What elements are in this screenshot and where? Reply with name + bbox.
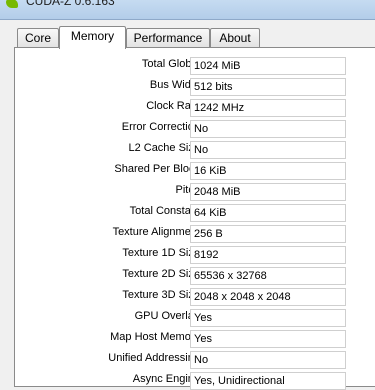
info-row-pitch: Pitch 2048 MiB — [15, 183, 375, 201]
row-value-field[interactable]: 1242 MHz — [190, 99, 346, 117]
tab-strip: Core Memory Performance About — [0, 20, 375, 49]
row-label: Texture 1D Size — [122, 247, 200, 259]
row-label: Texture 3D Size — [122, 289, 200, 301]
row-label: Error Correction — [121, 121, 200, 133]
row-value-field[interactable]: No — [190, 351, 346, 369]
info-row-l2-cache-size: L2 Cache Size No — [15, 141, 375, 159]
tab-memory[interactable]: Memory — [59, 26, 126, 49]
info-row-async-engine: Async Engine Yes, Unidirectional — [15, 372, 375, 390]
row-label: Texture Alignment — [112, 226, 200, 238]
tab-performance[interactable]: Performance — [126, 28, 210, 48]
window-title: CUDA-Z 0.6.163 — [26, 0, 115, 8]
row-value-field[interactable]: Yes — [190, 309, 346, 327]
row-value-field[interactable]: 512 bits — [190, 78, 346, 96]
info-row-map-host-memory: Map Host Memory Yes — [15, 330, 375, 348]
row-label: Map Host Memory — [110, 331, 200, 343]
row-value-field[interactable]: 65536 x 32768 — [190, 267, 346, 285]
info-row-texture-alignment: Texture Alignment 256 B — [15, 225, 375, 243]
row-value-field[interactable]: 16 KiB — [190, 162, 346, 180]
row-value-field[interactable]: 2048 MiB — [190, 183, 346, 201]
row-value-field[interactable]: 64 KiB — [190, 204, 346, 222]
info-row-total-global: Total Global 1024 MiB — [15, 57, 375, 75]
info-row-bus-width: Bus Width 512 bits — [15, 78, 375, 96]
info-row-unified-addressing: Unified Addressing No — [15, 351, 375, 369]
row-label: Texture 2D Size — [122, 268, 200, 280]
info-row-texture-2d-size: Texture 2D Size 65536 x 32768 — [15, 267, 375, 285]
info-row-clock-rate: Clock Rate 1242 MHz — [15, 99, 375, 117]
row-label: Shared Per Block — [114, 163, 200, 175]
row-value-field[interactable]: Yes, Unidirectional — [190, 372, 346, 390]
info-row-texture-3d-size: Texture 3D Size 2048 x 2048 x 2048 — [15, 288, 375, 306]
row-value-field[interactable]: No — [190, 141, 346, 159]
memory-panel: Total Global 1024 MiB Bus Width 512 bits… — [14, 47, 375, 390]
tab-core[interactable]: Core — [17, 28, 59, 48]
info-row-shared-per-block: Shared Per Block 16 KiB — [15, 162, 375, 180]
info-row-gpu-overlap: GPU Overlap Yes — [15, 309, 375, 327]
row-value-field[interactable]: 1024 MiB — [190, 57, 346, 75]
title-bar: CUDA-Z 0.6.163 — [0, 0, 375, 20]
row-value-field[interactable]: 256 B — [190, 225, 346, 243]
cuda-z-app-icon — [6, 0, 18, 8]
info-row-total-constant: Total Constant 64 KiB — [15, 204, 375, 222]
row-value-field[interactable]: Yes — [190, 330, 346, 348]
info-row-texture-1d-size: Texture 1D Size 8192 — [15, 246, 375, 264]
info-row-error-correction: Error Correction No — [15, 120, 375, 138]
row-value-field[interactable]: 8192 — [190, 246, 346, 264]
tab-about[interactable]: About — [210, 28, 260, 48]
row-value-field[interactable]: No — [190, 120, 346, 138]
row-value-field[interactable]: 2048 x 2048 x 2048 — [190, 288, 346, 306]
row-label: Unified Addressing — [108, 352, 200, 364]
